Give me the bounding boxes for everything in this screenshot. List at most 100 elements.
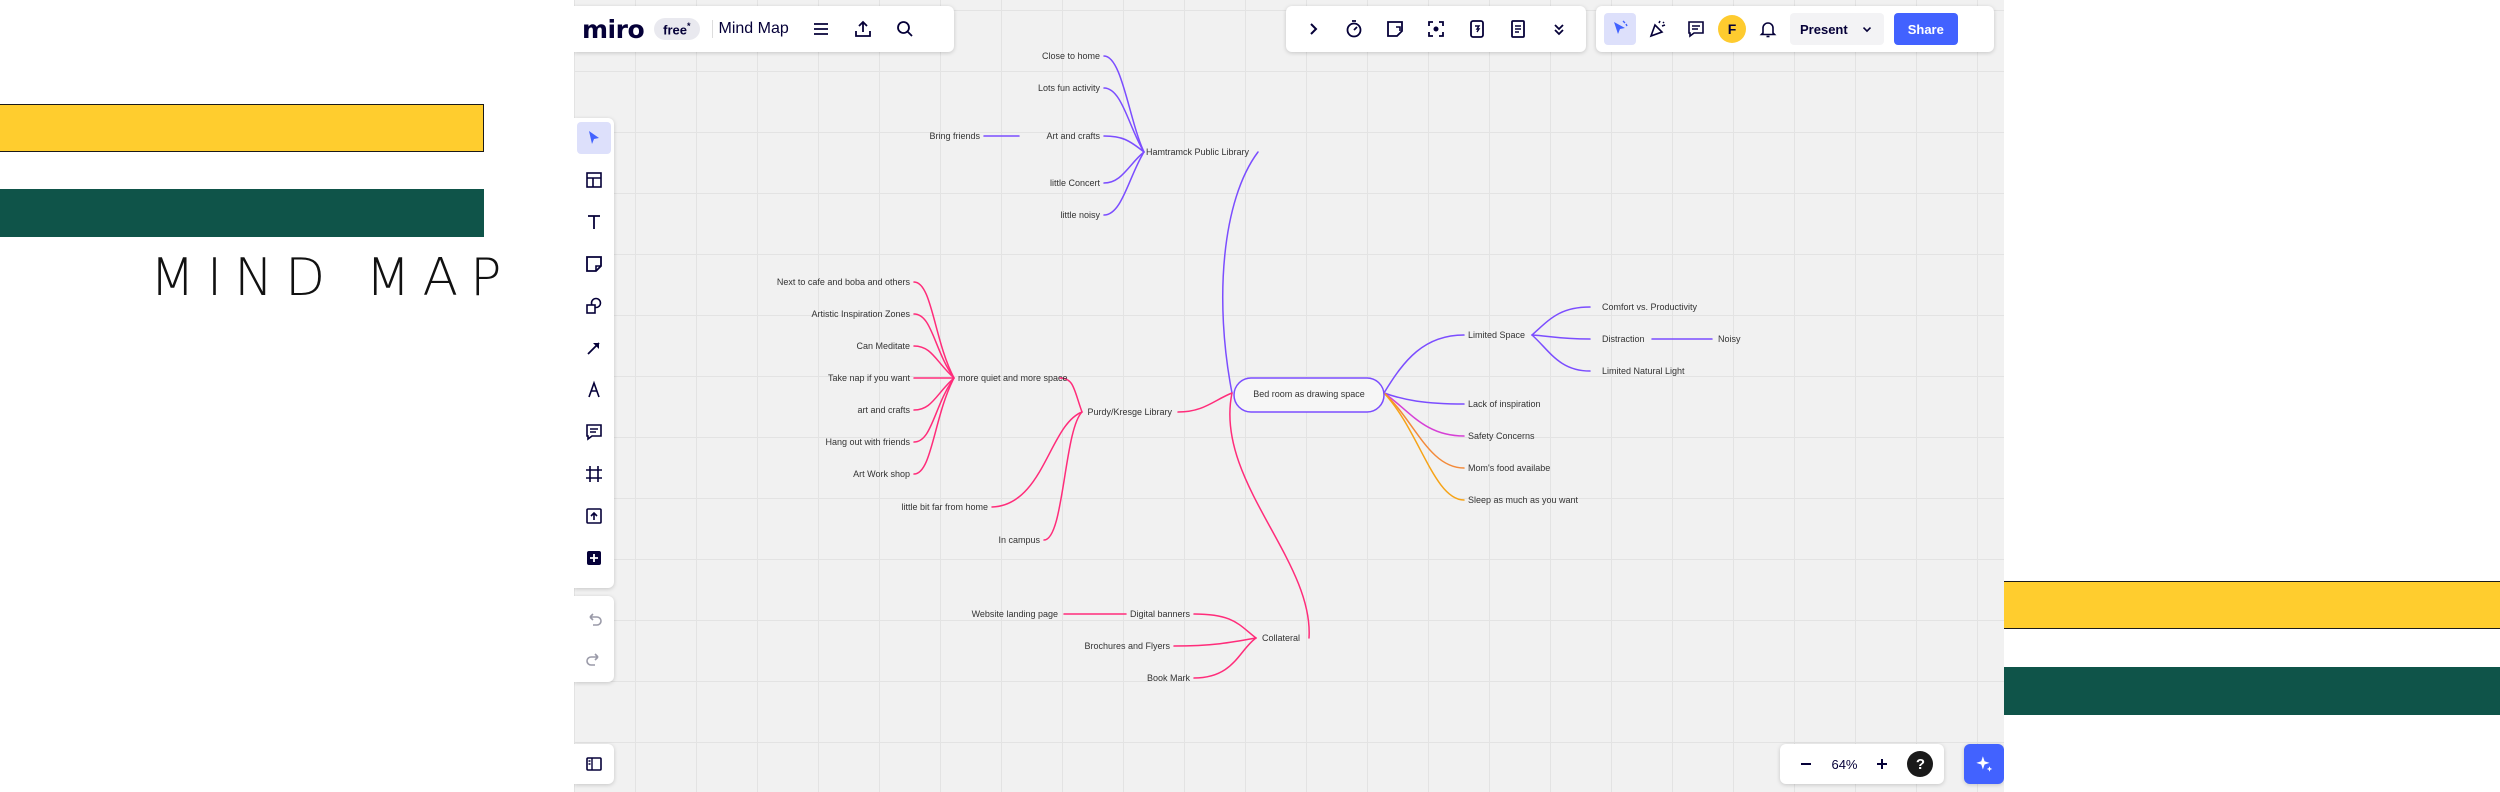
- node-quiet-4[interactable]: Take nap if you want: [828, 373, 911, 383]
- redo-button[interactable]: [578, 643, 610, 675]
- zoom-in-button[interactable]: [1866, 748, 1898, 780]
- timer-button[interactable]: [1338, 13, 1370, 45]
- connector-purdy-quiet: [1059, 377, 1083, 413]
- ai-assist-button[interactable]: [1964, 744, 2004, 784]
- node-natural-light[interactable]: Limited Natural Light: [1602, 366, 1685, 376]
- node-hamtramck[interactable]: Hamtramck Public Library: [1146, 147, 1250, 157]
- celebrate-icon: [1649, 20, 1666, 38]
- node-website-landing[interactable]: Website landing page: [972, 609, 1058, 619]
- connector-tool[interactable]: [577, 332, 611, 364]
- focus-icon: [1428, 21, 1444, 37]
- node-quiet-7[interactable]: Art Work shop: [853, 469, 910, 479]
- focus-button[interactable]: [1420, 13, 1452, 45]
- zoom-level[interactable]: 64%: [1831, 757, 1857, 772]
- connector-quiet-7: [913, 377, 955, 475]
- connector-hamtramck-close: [1103, 55, 1145, 153]
- pen-icon: [588, 380, 600, 398]
- connector-limited-distraction: [1531, 334, 1591, 340]
- node-in-campus[interactable]: In campus: [998, 535, 1040, 545]
- plan-marker: *: [686, 20, 691, 31]
- board-name[interactable]: Mind Map: [711, 20, 795, 38]
- expand-tools-button[interactable]: [1297, 13, 1329, 45]
- miro-board[interactable]: Bed room as drawing space Hamtramck Publ…: [574, 0, 2004, 792]
- comments-button[interactable]: [1680, 13, 1712, 45]
- node-brochures[interactable]: Brochures and Flyers: [1084, 641, 1170, 651]
- reactions-button[interactable]: [1642, 13, 1674, 45]
- comment-tool[interactable]: [577, 416, 611, 448]
- notes-button[interactable]: [1502, 13, 1534, 45]
- timer-icon: [1346, 20, 1362, 38]
- text-icon: [588, 215, 600, 229]
- node-sleep[interactable]: Sleep as much as you want: [1468, 495, 1579, 505]
- connector-quiet-3: [913, 345, 955, 379]
- node-book-mark[interactable]: Book Mark: [1147, 673, 1191, 683]
- node-close-home[interactable]: Close to home: [1042, 51, 1100, 61]
- upload-tool[interactable]: [577, 500, 611, 532]
- user-avatar[interactable]: F: [1718, 15, 1746, 43]
- node-more-quiet[interactable]: more quiet and more space: [958, 373, 1068, 383]
- help-button[interactable]: ?: [1907, 751, 1934, 777]
- cursor-button[interactable]: [1604, 13, 1636, 45]
- node-quiet-6[interactable]: Hang out with friends: [825, 437, 910, 447]
- yellow-accent-bar-right: [1936, 581, 2500, 629]
- node-quiet-1[interactable]: Next to cafe and boba and others: [777, 277, 911, 287]
- mind-map-canvas[interactable]: Bed room as drawing space Hamtramck Publ…: [574, 0, 2004, 792]
- counter-icon: [1470, 20, 1485, 38]
- plan-badge[interactable]: free*: [654, 17, 700, 41]
- left-toolbar: [574, 118, 614, 588]
- connector-purdy-far: [991, 411, 1083, 508]
- sticky-add-icon: [1386, 21, 1403, 37]
- export-button[interactable]: [847, 13, 879, 45]
- hamburger-icon: [813, 23, 828, 35]
- connector-center-collateral: [1229, 392, 1310, 639]
- sticky-add-button[interactable]: [1379, 13, 1411, 45]
- node-safety[interactable]: Safety Concerns: [1468, 431, 1535, 441]
- more-apps-tool[interactable]: [577, 542, 611, 574]
- share-button[interactable]: Share: [1893, 13, 1958, 45]
- node-distraction[interactable]: Distraction: [1602, 334, 1645, 344]
- node-bit-far[interactable]: little bit far from home: [901, 502, 988, 512]
- chevron-down-icon[interactable]: [1860, 22, 1874, 36]
- templates-tool[interactable]: [577, 164, 611, 196]
- node-digital-banners[interactable]: Digital banners: [1130, 609, 1191, 619]
- node-art-crafts[interactable]: Art and crafts: [1046, 131, 1100, 141]
- search-button[interactable]: [889, 13, 921, 45]
- node-purdy[interactable]: Purdy/Kresge Library: [1087, 407, 1172, 417]
- frame-tool[interactable]: [577, 458, 611, 490]
- counter-button[interactable]: [1461, 13, 1493, 45]
- green-accent-bar-right: [1936, 667, 2500, 715]
- miro-logo[interactable]: miro: [582, 15, 645, 44]
- sticky-note-icon: [586, 256, 602, 272]
- select-tool[interactable]: [577, 122, 611, 154]
- node-little-noisy[interactable]: little noisy: [1060, 210, 1100, 220]
- node-little-concert[interactable]: little Concert: [1050, 178, 1101, 188]
- node-bring-friends[interactable]: Bring friends: [929, 131, 980, 141]
- undo-button[interactable]: [578, 603, 610, 635]
- node-quiet-2[interactable]: Artistic Inspiration Zones: [811, 309, 910, 319]
- node-limited-space[interactable]: Limited Space: [1468, 330, 1525, 340]
- node-noisy[interactable]: Noisy: [1718, 334, 1741, 344]
- upload-icon: [586, 508, 602, 524]
- present-button[interactable]: Present: [1790, 13, 1884, 45]
- pen-tool[interactable]: [577, 374, 611, 406]
- node-quiet-5[interactable]: art and crafts: [857, 405, 910, 415]
- shapes-tool[interactable]: [577, 290, 611, 322]
- node-moms-food[interactable]: Mom's food availabe: [1468, 463, 1550, 473]
- node-lots-fun[interactable]: Lots fun activity: [1038, 83, 1101, 93]
- plan-label: free: [663, 22, 687, 38]
- top-right-panel: F Present Share: [1596, 6, 1994, 52]
- menu-button[interactable]: [805, 13, 837, 45]
- connector-quiet-5: [913, 377, 955, 411]
- plus-icon: [1877, 759, 1888, 769]
- node-quiet-3[interactable]: Can Meditate: [856, 341, 910, 351]
- node-collateral[interactable]: Collateral: [1262, 633, 1300, 643]
- center-node-label[interactable]: Bed room as drawing space: [1253, 389, 1365, 399]
- node-comfort[interactable]: Comfort vs. Productivity: [1602, 302, 1698, 312]
- zoom-out-button[interactable]: [1790, 748, 1822, 780]
- node-lack-inspiration[interactable]: Lack of inspiration: [1468, 399, 1541, 409]
- more-tools-button[interactable]: [1543, 13, 1575, 45]
- notifications-button[interactable]: [1752, 13, 1784, 45]
- text-tool[interactable]: [577, 206, 611, 238]
- board-panel-toggle[interactable]: [574, 744, 614, 784]
- sticky-note-tool[interactable]: [577, 248, 611, 280]
